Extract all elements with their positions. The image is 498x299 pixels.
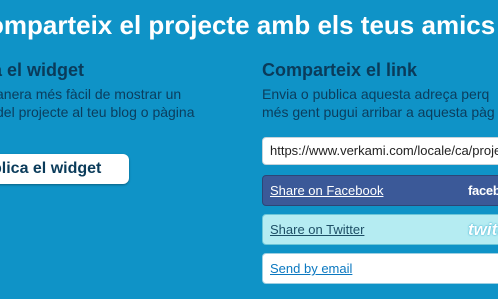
- widget-description-line-2: del projecte al teu blog o pàgina: [0, 104, 195, 120]
- share-link-title: Comparteix el link: [262, 60, 418, 80]
- share-description-line-1: Envia o publica aquesta adreça perq: [262, 86, 490, 102]
- page-headline: omparteix el projecte amb els teus amics: [0, 10, 496, 40]
- twitter-logo-icon: twitter: [468, 220, 498, 239]
- share-on-twitter-button[interactable]: Share on Twitter twitter: [262, 214, 498, 245]
- share-on-facebook-button[interactable]: Share on Facebook facebook: [262, 175, 498, 206]
- share-on-facebook-label[interactable]: Share on Facebook: [270, 183, 383, 198]
- share-description-line-2: més gent pugui arribar a aquesta pàg: [262, 104, 495, 120]
- share-on-twitter-label[interactable]: Share on Twitter: [270, 222, 364, 237]
- widget-title: a el widget: [0, 60, 85, 80]
- project-url-field[interactable]: https://www.verkami.com/locale/ca/projec…: [262, 137, 498, 165]
- publish-widget-button[interactable]: blica el widget: [0, 154, 129, 184]
- send-by-email-button[interactable]: Send by email: [262, 253, 498, 284]
- send-by-email-link[interactable]: Send by email: [270, 261, 352, 276]
- widget-description-line-1: anera més fàcil de mostrar un: [0, 86, 182, 102]
- facebook-logo-icon: facebook: [468, 183, 498, 198]
